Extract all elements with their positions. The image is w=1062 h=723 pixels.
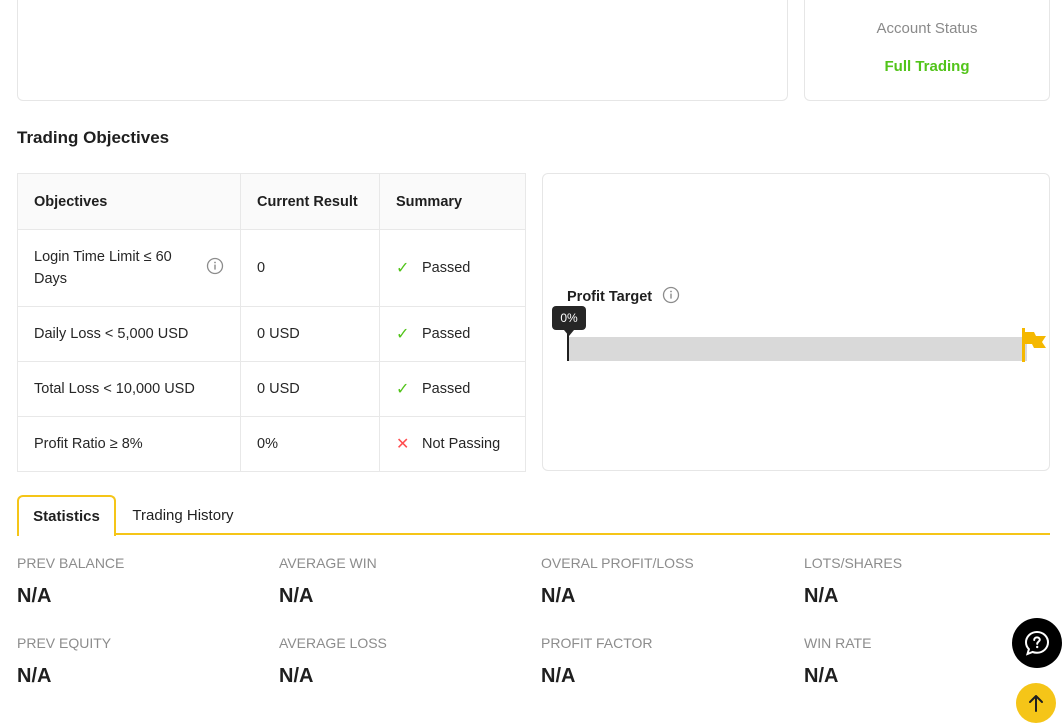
flag-icon — [1022, 328, 1046, 362]
stat-value: N/A — [17, 665, 52, 687]
table-row: Daily Loss < 5,000 USD 0 USD ✓ Passed — [17, 306, 526, 362]
stat-label: AVERAGE WIN — [279, 555, 377, 571]
profit-progress-label: 0% — [552, 306, 586, 336]
summary-text: Passed — [422, 326, 471, 342]
stat-lots-shares: LOTS/SHARES N/A — [804, 555, 1044, 608]
current-result-cell: 0% — [240, 416, 380, 472]
stat-value: N/A — [804, 585, 839, 607]
current-result-cell: 0 — [240, 229, 380, 307]
header-current-result: Current Result — [240, 173, 380, 230]
account-status-card: Account Status Full Trading — [804, 0, 1050, 101]
stat-label: OVERAL PROFIT/LOSS — [541, 555, 694, 571]
summary-text: Not Passing — [422, 436, 501, 452]
objective-cell: Profit Ratio ≥ 8% — [17, 416, 241, 472]
summary-cell: ✕ Not Passing — [379, 416, 526, 472]
scroll-top-button[interactable] — [1016, 683, 1056, 723]
tab-trading-history[interactable]: Trading History — [128, 495, 238, 535]
table-row: Login Time Limit ≤ 60 Days 0 ✓ Passed — [17, 229, 526, 307]
summary-text: Passed — [422, 260, 471, 276]
stat-label: PREV BALANCE — [17, 555, 125, 571]
stat-value: N/A — [541, 585, 576, 607]
profit-target-title: Profit Target — [567, 289, 653, 305]
account-status-label: Account Status — [876, 20, 978, 37]
objective-cell: Total Loss < 10,000 USD — [17, 361, 241, 417]
objective-text: Login Time Limit ≤ 60 Days — [34, 249, 172, 287]
stat-prev-balance: PREV BALANCE N/A — [17, 555, 257, 608]
overview-card — [17, 0, 788, 101]
stat-value: N/A — [804, 665, 839, 687]
stat-label: AVERAGE LOSS — [279, 635, 387, 651]
chat-help-icon — [1024, 630, 1050, 656]
stat-value: N/A — [279, 585, 314, 607]
table-row: Total Loss < 10,000 USD 0 USD ✓ Passed — [17, 361, 526, 417]
stat-overall-profit-loss: OVERAL PROFIT/LOSS N/A — [541, 555, 781, 608]
objective-cell: Login Time Limit ≤ 60 Days — [17, 229, 241, 307]
summary-cell: ✓ Passed — [379, 361, 526, 417]
check-icon: ✓ — [396, 326, 410, 343]
stat-label: PREV EQUITY — [17, 635, 112, 651]
tab-statistics[interactable]: Statistics — [17, 495, 116, 536]
stat-profit-factor: PROFIT FACTOR N/A — [541, 635, 781, 688]
objectives-table: Objectives Current Result Summary Login … — [17, 173, 526, 472]
profit-target-heading: Profit Target — [567, 286, 680, 308]
objective-cell: Daily Loss < 5,000 USD — [17, 306, 241, 362]
stat-value: N/A — [17, 585, 52, 607]
stat-label: LOTS/SHARES — [804, 555, 903, 571]
check-icon: ✓ — [396, 260, 410, 277]
profit-progress-marker — [567, 332, 569, 361]
stat-prev-equity: PREV EQUITY N/A — [17, 635, 257, 688]
statistics-tabs: Statistics Trading History — [17, 495, 1050, 536]
chat-help-button[interactable] — [1012, 618, 1062, 668]
header-objectives: Objectives — [17, 173, 241, 230]
stat-average-loss: AVERAGE LOSS N/A — [279, 635, 519, 688]
stat-win-rate: WIN RATE N/A — [804, 635, 1044, 688]
table-row: Profit Ratio ≥ 8% 0% ✕ Not Passing — [17, 416, 526, 472]
check-icon: ✓ — [396, 381, 410, 398]
stat-value: N/A — [279, 665, 314, 687]
header-summary: Summary — [379, 173, 526, 230]
info-icon[interactable] — [662, 286, 680, 308]
stat-value: N/A — [541, 665, 576, 687]
profit-target-card: Profit Target 0% — [542, 173, 1050, 471]
account-status-value: Full Trading — [884, 58, 970, 75]
close-icon: ✕ — [396, 436, 410, 453]
arrow-up-icon — [1029, 695, 1043, 712]
current-result-cell: 0 USD — [240, 306, 380, 362]
info-icon[interactable] — [206, 257, 224, 279]
stat-label: WIN RATE — [804, 635, 872, 651]
summary-cell: ✓ Passed — [379, 229, 526, 307]
table-header-row: Objectives Current Result Summary — [17, 173, 526, 230]
trading-objectives-title: Trading Objectives — [17, 128, 170, 147]
profit-progress-track — [567, 337, 1027, 361]
summary-text: Passed — [422, 381, 471, 397]
stat-label: PROFIT FACTOR — [541, 635, 653, 651]
summary-cell: ✓ Passed — [379, 306, 526, 362]
current-result-cell: 0 USD — [240, 361, 380, 417]
stat-average-win: AVERAGE WIN N/A — [279, 555, 519, 608]
